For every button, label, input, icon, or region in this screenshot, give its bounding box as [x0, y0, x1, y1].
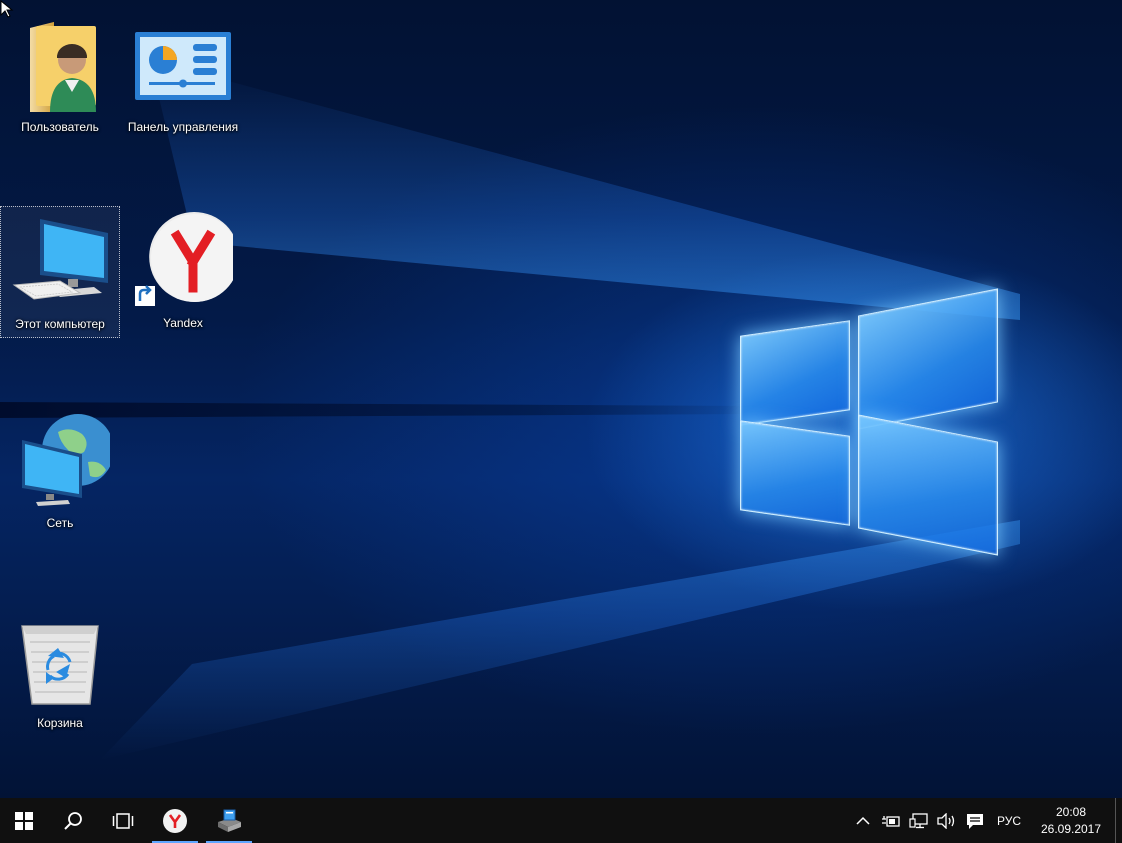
windows-start-icon — [15, 811, 33, 830]
yandex-browser-icon — [163, 808, 187, 833]
search-icon — [64, 811, 82, 830]
windows-logo-wallpaper — [736, 288, 1006, 560]
task-view-button[interactable] — [98, 798, 148, 843]
search-button[interactable] — [48, 798, 98, 843]
desktop-icon-this-computer[interactable]: Этот компьютер — [0, 206, 120, 338]
network-tray-button[interactable] — [905, 798, 933, 843]
desktop-icon-label: Сеть — [46, 516, 74, 530]
input-language-indicator[interactable]: РУС — [989, 798, 1029, 843]
network-wired-icon — [909, 812, 928, 828]
desktop-icon-user[interactable]: Пользователь — [0, 10, 120, 142]
desktop[interactable]: Пользователь Панель управления Этот комп… — [0, 0, 1122, 798]
show-desktop-button[interactable] — [1115, 798, 1122, 843]
desktop-icon-label: Корзина — [37, 716, 83, 730]
notification-icon — [966, 813, 983, 829]
clock[interactable]: 20:08 26.09.2017 — [1029, 804, 1115, 838]
network-icon — [10, 412, 114, 508]
desktop-icon-label: Yandex — [163, 316, 203, 330]
task-view-icon — [112, 812, 134, 829]
power-tray-button[interactable] — [877, 798, 905, 843]
taskbar-app-yandex[interactable] — [148, 798, 202, 843]
user-folder-icon — [10, 16, 110, 116]
computer-icon — [10, 213, 110, 309]
desktop-icon-yandex[interactable]: Yandex — [123, 206, 243, 338]
show-hidden-icons-button[interactable] — [849, 798, 877, 843]
desktop-icon-label: Пользователь — [21, 120, 99, 134]
installer-app-icon — [218, 809, 241, 832]
recycle-bin-icon — [10, 612, 110, 708]
desktop-icon-label: Панель управления — [127, 120, 239, 134]
chevron-up-icon — [856, 816, 870, 825]
wallpaper-light-beam — [150, 60, 1020, 320]
mouse-cursor-icon — [0, 0, 14, 18]
volume-icon — [937, 812, 955, 829]
desktop-icon-recycle-bin[interactable]: Корзина — [0, 606, 120, 738]
desktop-icon-network[interactable]: Сеть — [0, 406, 120, 538]
clock-time: 20:08 — [1055, 804, 1087, 819]
desktop-icon-label: Этот компьютер — [15, 317, 105, 331]
taskbar-app-installer[interactable] — [202, 798, 256, 843]
start-button[interactable] — [0, 798, 48, 843]
taskbar: РУС 20:08 26.09.2017 — [0, 798, 1122, 843]
volume-tray-button[interactable] — [933, 798, 961, 843]
action-center-button[interactable] — [961, 798, 989, 843]
system-tray: РУС 20:08 26.09.2017 — [849, 798, 1122, 843]
clock-date: 26.09.2017 — [1040, 821, 1102, 836]
desktop-icon-control-panel[interactable]: Панель управления — [123, 10, 243, 142]
yandex-browser-icon — [133, 212, 240, 308]
control-panel-icon — [133, 16, 233, 112]
power-battery-icon — [881, 815, 900, 827]
